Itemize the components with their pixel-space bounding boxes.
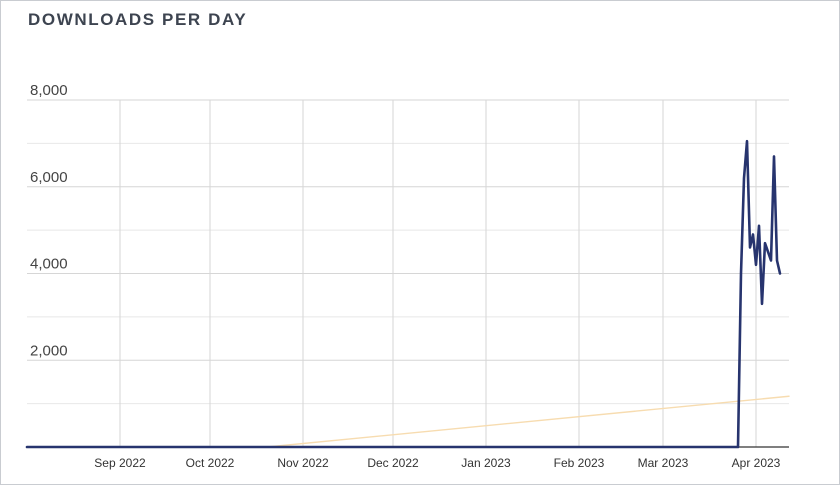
y-tick-label: 4,000: [30, 256, 68, 273]
x-tick-label: Feb 2023: [554, 456, 605, 470]
y-tick-label: 2,000: [30, 342, 68, 359]
x-tick-label: Oct 2022: [186, 456, 235, 470]
y-tick-label: 6,000: [30, 169, 68, 186]
x-tick-label: Jan 2023: [461, 456, 511, 470]
y-tick-label: 8,000: [30, 82, 68, 99]
x-tick-label: Apr 2023: [732, 456, 781, 470]
x-tick-label: Nov 2022: [277, 456, 329, 470]
x-tick-label: Sep 2022: [94, 456, 146, 470]
downloads-line-chart: 8,000 6,000 4,000 2,000 Sep 2022 Oct 2022 Nov …: [25, 82, 790, 470]
x-tick-label: Dec 2022: [367, 456, 419, 470]
x-tick-label: Mar 2023: [638, 456, 689, 470]
